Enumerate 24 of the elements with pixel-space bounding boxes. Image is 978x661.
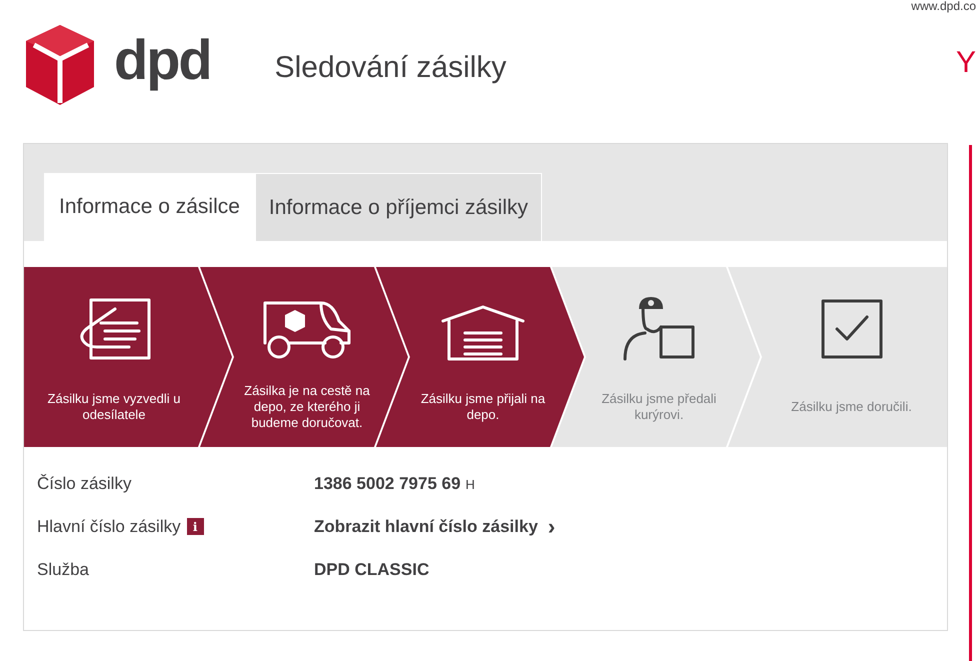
courier-icon [621,295,697,361]
site-link[interactable]: www.dpd.co [911,0,976,13]
van-icon [261,299,353,361]
detail-label: Hlavní číslo zásilky [37,516,181,538]
show-number-link[interactable]: Zobrazit hlavní číslo zásilky [314,514,538,540]
page-title: Sledování zásilky [274,50,506,86]
chevron-icon[interactable]: › [548,516,556,538]
step-label: Zásilku jsme doručili. [791,399,912,415]
tab[interactable]: Informace o zásilce [44,173,255,241]
logo-icon [24,23,96,107]
detail-label: Služba [37,558,89,581]
detail-value: DPD CLASSIC [314,558,430,581]
checkbox-icon [820,299,882,361]
header-link[interactable]: Y [956,48,976,78]
step-label: Zásilku jsme vyzvedli u odesílatele [46,391,182,423]
tab[interactable]: Informace o příjemci zásilky [254,173,542,241]
garage-icon [441,305,525,361]
info-badge[interactable]: i [186,518,204,535]
detail-suffix: H [466,476,475,494]
detail-label: Číslo zásilky [37,472,132,495]
step-label: Zásilku jsme přijali na depo. [420,391,546,423]
step-label: Zásilka je na cestě na depo, ze kterého ji budeme doručovat. [243,383,371,431]
step-label: Zásilku jsme předali kurýrovi. [600,391,718,423]
detail-value: 1386 5002 7975 69 [314,472,461,495]
